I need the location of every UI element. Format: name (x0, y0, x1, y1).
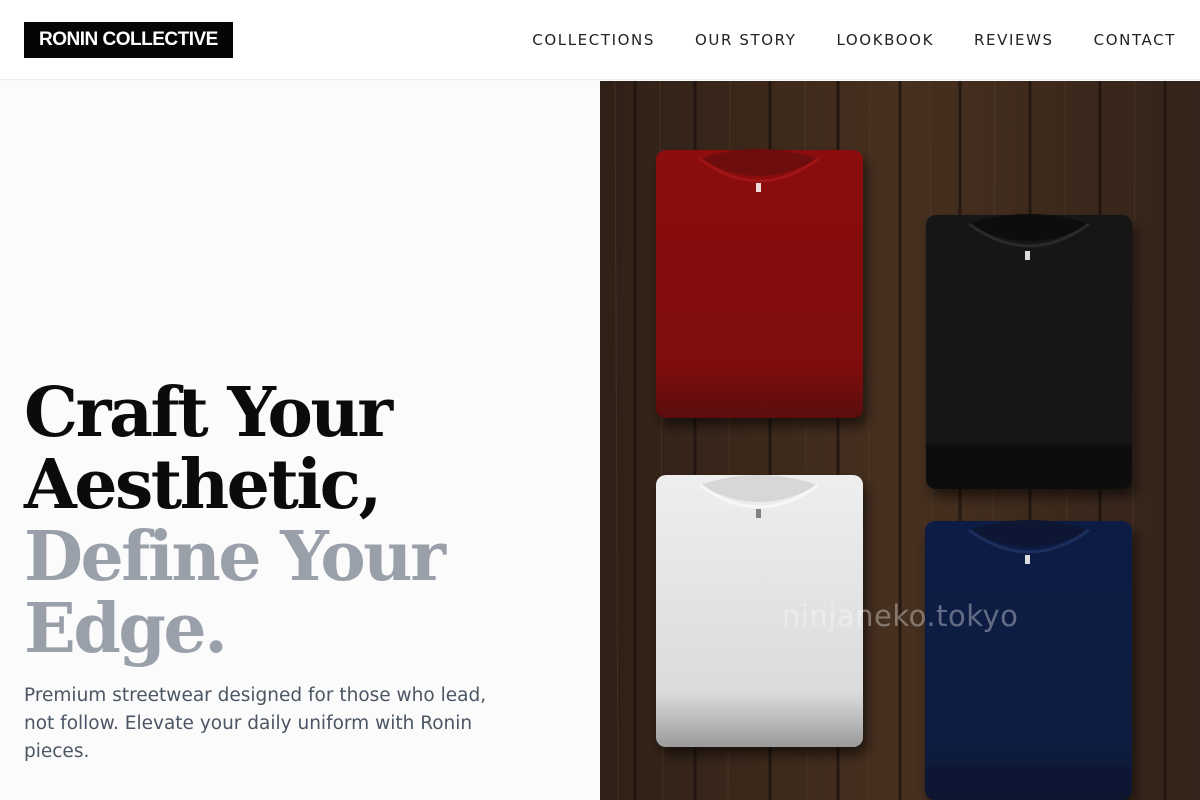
black-tshirt (926, 214, 1132, 489)
brand-logo[interactable]: RONIN COLLECTIVE (24, 22, 233, 58)
image-watermark: ninjaneko.tokyo (782, 599, 1019, 633)
headline-line-3: Define Your (24, 517, 446, 597)
nav-collections[interactable]: COLLECTIONS (532, 31, 655, 49)
headline-line-2: Aesthetic, (24, 445, 382, 525)
headline-line-4: Edge. (24, 589, 228, 669)
hero-text-panel: Craft Your Aesthetic, Define Your Edge. … (0, 81, 600, 800)
hero-subtext: Premium streetwear designed for those wh… (24, 685, 487, 762)
hero-headline: Craft Your Aesthetic, Define Your Edge. (24, 377, 594, 665)
nav-lookbook[interactable]: LOOKBOOK (836, 31, 934, 49)
nav-reviews[interactable]: REVIEWS (974, 31, 1054, 49)
nav-our-story[interactable]: OUR STORY (695, 31, 797, 49)
main-nav: COLLECTIONS OUR STORY LOOKBOOK REVIEWS C… (532, 0, 1176, 80)
nav-contact[interactable]: CONTACT (1094, 31, 1176, 49)
site-header: RONIN COLLECTIVE COLLECTIONS OUR STORY L… (0, 0, 1200, 80)
red-tshirt (656, 149, 863, 418)
headline-line-1: Craft Your (24, 373, 393, 453)
navy-tshirt (925, 520, 1132, 800)
folded-tshirts-illustration (600, 81, 1200, 800)
hero-product-image: ninjaneko.tokyo (600, 81, 1200, 800)
